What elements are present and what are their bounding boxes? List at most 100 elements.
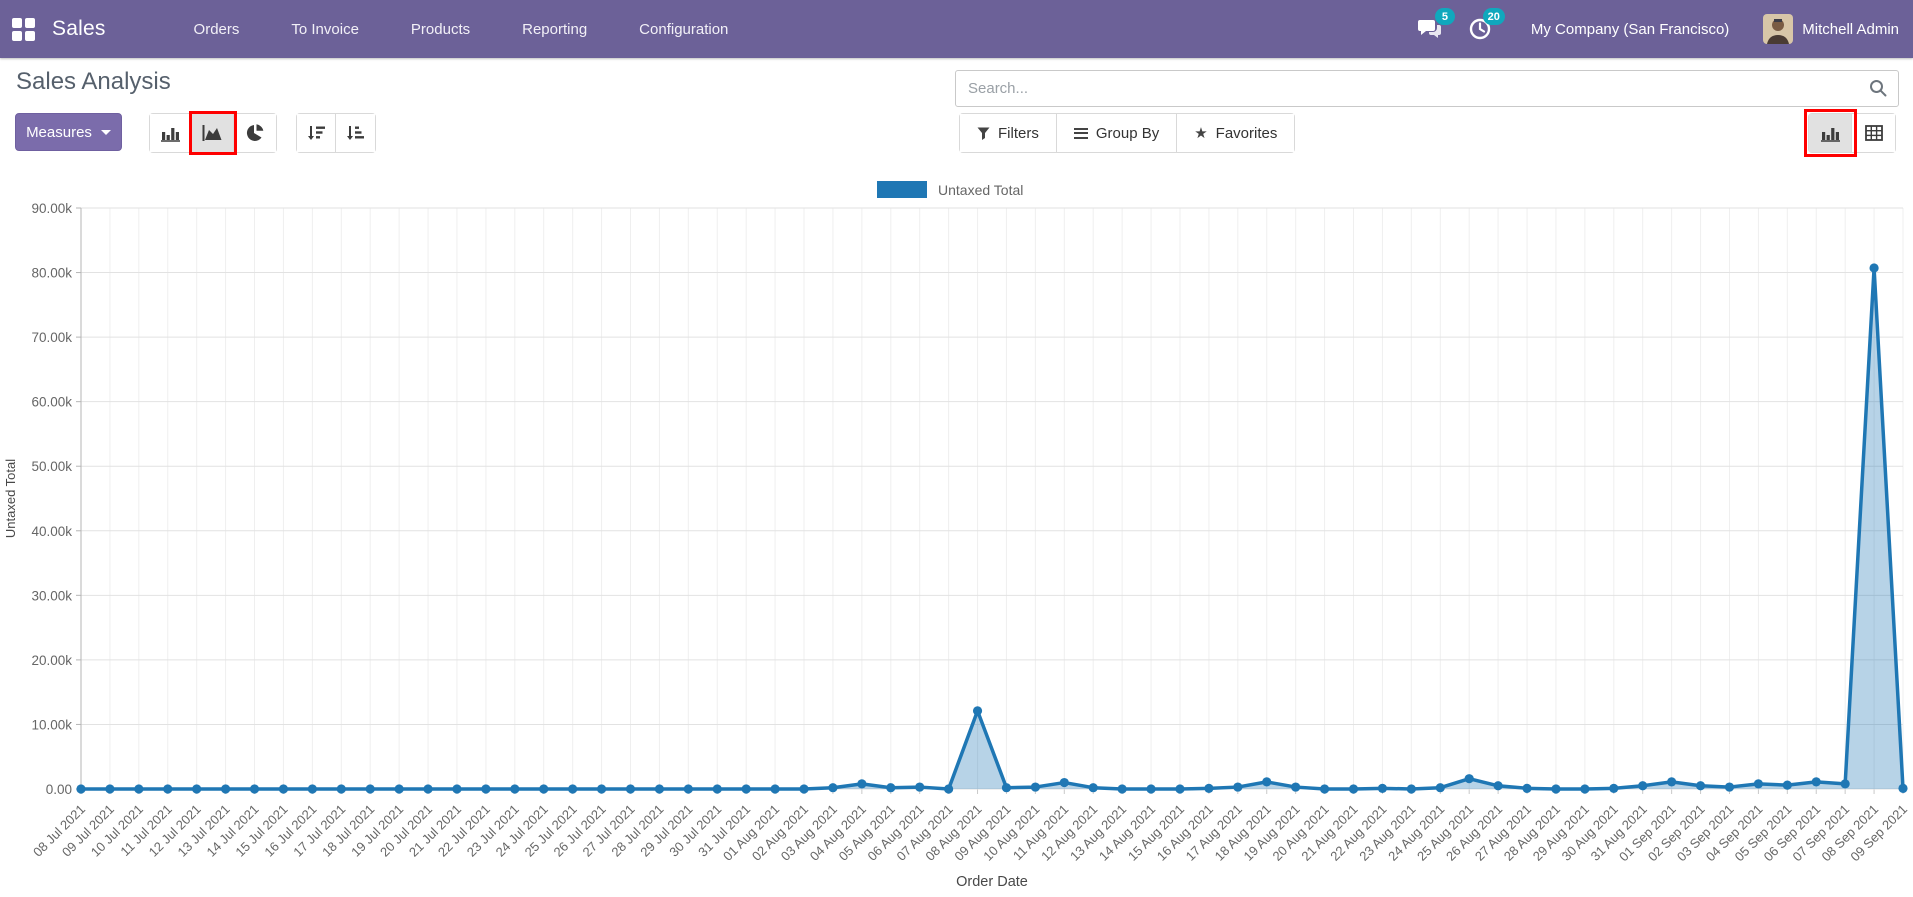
data-point[interactable] xyxy=(712,784,722,794)
data-point[interactable] xyxy=(539,784,549,794)
pie-chart-type-button[interactable] xyxy=(234,114,276,152)
activities-button[interactable]: 20 xyxy=(1463,8,1505,46)
data-point[interactable] xyxy=(134,784,144,794)
data-point[interactable] xyxy=(1522,783,1532,793)
group-by-button[interactable]: Group By xyxy=(1056,114,1178,152)
data-point[interactable] xyxy=(1377,783,1388,793)
data-point[interactable] xyxy=(1319,784,1330,794)
data-point[interactable] xyxy=(683,784,693,794)
filters-button[interactable]: Filters xyxy=(960,114,1057,152)
data-point[interactable] xyxy=(192,784,202,794)
data-point[interactable] xyxy=(770,784,780,794)
data-point[interactable] xyxy=(1840,779,1850,789)
data-point[interactable] xyxy=(481,784,491,794)
top-navbar: Sales Orders To Invoice Products Reporti… xyxy=(0,0,1913,58)
y-tick-label: 80.00k xyxy=(31,266,72,281)
menu-orders[interactable]: Orders xyxy=(168,0,266,58)
data-point[interactable] xyxy=(1493,781,1503,791)
user-avatar[interactable] xyxy=(1763,14,1794,44)
data-point[interactable] xyxy=(1262,777,1272,787)
data-point[interactable] xyxy=(452,784,462,794)
menu-configuration[interactable]: Configuration xyxy=(613,0,754,58)
data-point[interactable] xyxy=(1898,783,1908,793)
data-point[interactable] xyxy=(1811,777,1821,787)
data-point[interactable] xyxy=(799,784,809,794)
data-point[interactable] xyxy=(915,782,925,792)
data-point[interactable] xyxy=(1753,779,1763,789)
pivot-view-button[interactable] xyxy=(1852,114,1895,152)
data-point[interactable] xyxy=(1088,783,1098,793)
data-point[interactable] xyxy=(972,706,983,716)
data-point[interactable] xyxy=(828,783,838,793)
sort-amount-asc-icon xyxy=(347,126,364,140)
chart-type-group xyxy=(149,111,277,155)
favorites-button[interactable]: ★ Favorites xyxy=(1177,114,1295,152)
y-tick-label: 0.00 xyxy=(46,782,72,797)
data-point[interactable] xyxy=(1117,784,1127,794)
search-input[interactable] xyxy=(955,70,1899,107)
data-point[interactable] xyxy=(886,783,896,793)
data-point[interactable] xyxy=(1406,784,1416,794)
data-point[interactable] xyxy=(944,784,954,794)
data-point[interactable] xyxy=(1869,263,1879,273)
app-name[interactable]: Sales xyxy=(52,17,106,41)
sort-desc-button[interactable] xyxy=(297,114,336,152)
data-point[interactable] xyxy=(336,784,346,794)
y-tick-label: 20.00k xyxy=(31,653,72,668)
data-point[interactable] xyxy=(163,784,173,794)
data-point[interactable] xyxy=(1204,783,1214,793)
data-point[interactable] xyxy=(76,784,86,794)
data-point[interactable] xyxy=(1348,784,1359,794)
bar-chart-type-button[interactable] xyxy=(150,114,192,152)
data-point[interactable] xyxy=(423,784,433,794)
apps-menu-button[interactable] xyxy=(0,0,46,58)
data-point[interactable] xyxy=(278,784,289,794)
data-point[interactable] xyxy=(365,784,375,794)
view-switcher-group xyxy=(1804,109,1896,157)
data-point[interactable] xyxy=(654,784,665,794)
data-point[interactable] xyxy=(1580,784,1590,794)
data-point[interactable] xyxy=(1001,783,1012,793)
star-icon: ★ xyxy=(1194,124,1208,142)
menu-products[interactable]: Products xyxy=(385,0,496,58)
data-point[interactable] xyxy=(1030,782,1040,792)
company-switcher[interactable]: My Company (San Francisco) xyxy=(1531,21,1729,38)
search-icon[interactable] xyxy=(1869,79,1887,97)
data-point[interactable] xyxy=(307,784,317,794)
data-point[interactable] xyxy=(741,784,751,794)
sort-asc-button[interactable] xyxy=(336,114,375,152)
data-point[interactable] xyxy=(1146,784,1156,794)
data-point[interactable] xyxy=(221,784,231,794)
data-point[interactable] xyxy=(1667,777,1677,787)
menu-to-invoice[interactable]: To Invoice xyxy=(265,0,385,58)
data-point[interactable] xyxy=(1551,784,1561,794)
data-point[interactable] xyxy=(568,784,578,794)
data-point[interactable] xyxy=(596,784,607,794)
measures-button[interactable]: Measures xyxy=(15,113,122,151)
data-point[interactable] xyxy=(1609,783,1619,793)
data-point[interactable] xyxy=(105,784,115,794)
data-point[interactable] xyxy=(1782,780,1792,790)
data-point[interactable] xyxy=(1435,783,1445,793)
data-point[interactable] xyxy=(1233,782,1243,792)
data-point[interactable] xyxy=(1175,784,1185,794)
x-axis-title: Order Date xyxy=(956,874,1028,890)
data-point[interactable] xyxy=(249,784,260,794)
data-point[interactable] xyxy=(1464,774,1474,784)
data-point[interactable] xyxy=(510,784,520,794)
data-point[interactable] xyxy=(625,784,636,794)
user-name[interactable]: Mitchell Admin xyxy=(1802,21,1899,38)
data-point[interactable] xyxy=(1638,781,1648,791)
data-point[interactable] xyxy=(1291,782,1301,792)
data-point[interactable] xyxy=(857,779,867,789)
graph-view-button[interactable] xyxy=(1804,109,1857,157)
data-point[interactable] xyxy=(1695,781,1706,791)
line-chart-type-button[interactable] xyxy=(189,111,237,155)
data-point[interactable] xyxy=(1724,782,1735,792)
graph-view-icon xyxy=(1820,127,1840,142)
data-point[interactable] xyxy=(1059,777,1069,788)
search-box xyxy=(955,70,1899,107)
menu-reporting[interactable]: Reporting xyxy=(496,0,613,58)
messages-button[interactable]: 5 xyxy=(1413,8,1455,46)
data-point[interactable] xyxy=(394,784,404,794)
